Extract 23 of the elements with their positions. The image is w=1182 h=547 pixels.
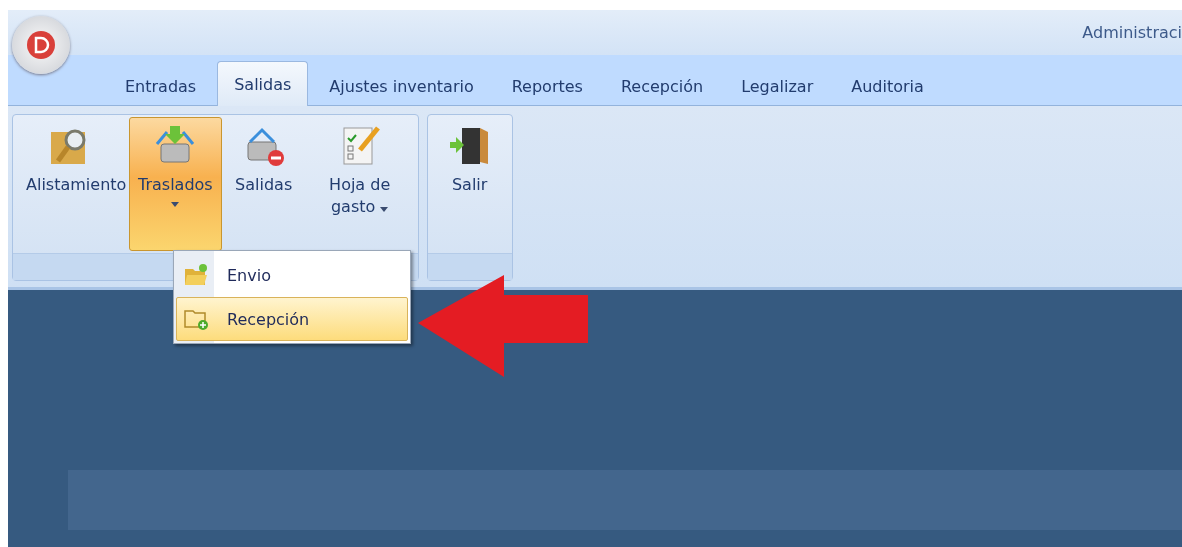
menu-item[interactable]: Envio: [176, 253, 408, 297]
ribbon-tab[interactable]: Auditoria: [834, 65, 941, 106]
caret-icon: [380, 207, 389, 212]
ribbon-button[interactable]: Traslados: [129, 117, 222, 251]
menu-item-label: Envio: [227, 265, 271, 285]
app-logo-icon: [26, 30, 56, 60]
ribbon-button[interactable]: Hoja de gasto: [305, 117, 414, 251]
ribbon-button[interactable]: Salidas: [225, 117, 302, 251]
window-title: Administraci: [1082, 23, 1182, 42]
menu-item[interactable]: Recepción: [176, 297, 408, 341]
ribbon-tab[interactable]: Recepción: [603, 65, 721, 106]
ribbon-tab[interactable]: Ajustes inventario: [312, 65, 491, 106]
ribbon-tab[interactable]: Salidas: [217, 61, 309, 106]
ribbon-button[interactable]: Salir: [431, 117, 508, 251]
caret-icon: [171, 202, 180, 207]
menu-item-label: Recepción: [227, 309, 310, 329]
folder-add-icon: [183, 307, 209, 331]
ribbon-button[interactable]: Alistamiento: [17, 117, 125, 251]
folder-icon: [183, 263, 209, 287]
app-menu-button[interactable]: [12, 16, 70, 74]
ribbon-tab[interactable]: Entradas: [108, 65, 214, 106]
ribbon-tab[interactable]: Reportes: [494, 65, 600, 106]
ribbon-tab[interactable]: Legalizar: [724, 65, 831, 106]
